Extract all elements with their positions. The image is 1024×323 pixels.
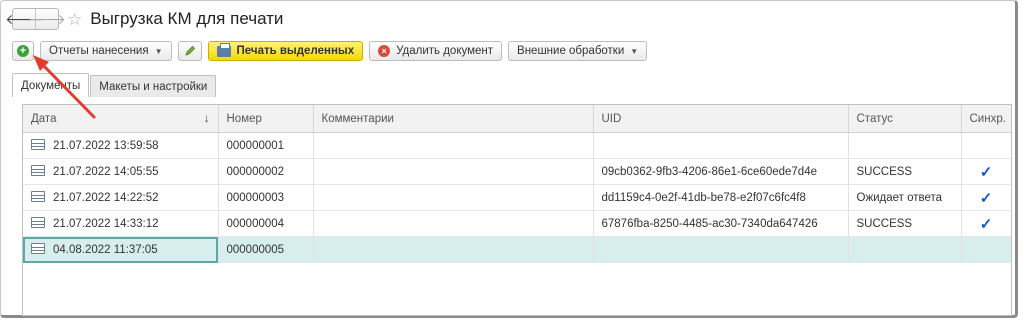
delete-label: Удалить документ <box>396 45 494 57</box>
cell-status <box>848 132 962 159</box>
reports-label: Отчеты нанесения <box>49 45 149 57</box>
external-processing-dropdown[interactable]: Внешние обработки ▼ <box>508 41 648 61</box>
documents-table: Дата ↓ Номер Комментарии UID Статус Синх… <box>22 104 1012 316</box>
column-header-sync[interactable]: Синхр. <box>961 105 1011 133</box>
forward-arrow-icon[interactable]: 🡒 <box>28 9 66 29</box>
cell-number: 000000002 <box>218 158 314 185</box>
cell-comment <box>313 158 594 185</box>
cell-comment <box>313 236 594 263</box>
favorite-star-icon[interactable]: ☆ <box>67 11 82 28</box>
chevron-down-icon: ▼ <box>630 46 639 56</box>
toolbar: + Отчеты нанесения ▼ Печать выделенных ×… <box>12 40 648 62</box>
cell-number: 000000001 <box>218 132 314 159</box>
cell-comment <box>313 132 594 159</box>
sync-check-icon <box>961 132 1011 159</box>
tab-bar: Документы Макеты и настройки <box>12 73 217 97</box>
cell-status: Ожидает ответа <box>848 184 962 211</box>
cell-uid <box>593 132 849 159</box>
document-icon <box>31 191 45 202</box>
date-text: 21.07.2022 14:22:52 <box>53 192 159 204</box>
table-header: Дата ↓ Номер Комментарии UID Статус Синх… <box>23 105 1011 133</box>
sort-down-icon: ↓ <box>203 112 210 125</box>
column-header-number[interactable]: Номер <box>218 105 314 133</box>
date-text: 04.08.2022 11:37:05 <box>53 244 158 256</box>
date-text: 21.07.2022 13:59:58 <box>53 140 159 152</box>
external-label: Внешние обработки <box>517 45 625 57</box>
pencil-icon <box>184 45 195 56</box>
document-icon <box>31 217 45 228</box>
cell-date: 21.07.2022 13:59:58 <box>23 132 219 159</box>
sync-check-icon: ✓ <box>961 184 1011 211</box>
date-text: 21.07.2022 14:05:55 <box>53 166 159 178</box>
cell-comment <box>313 210 594 237</box>
cell-uid: 67876fba-8250-4485-ac30-7340da647426 <box>593 210 849 237</box>
reports-dropdown-button[interactable]: Отчеты нанесения ▼ <box>40 41 172 61</box>
cell-uid <box>593 236 849 263</box>
cell-number: 000000003 <box>218 184 314 211</box>
title-bar: 🡐 🡒 ☆ Выгрузка КМ для печати <box>5 8 284 30</box>
cell-uid: dd1159c4-0e2f-41db-be78-e2f07c6fc4f8 <box>593 184 849 211</box>
sync-check-icon: ✓ <box>961 158 1011 185</box>
delete-icon: × <box>378 45 391 57</box>
column-header-status[interactable]: Статус <box>848 105 962 133</box>
printer-icon <box>216 42 231 57</box>
add-button[interactable]: + <box>12 41 34 61</box>
document-icon <box>31 165 45 176</box>
cell-status: SUCCESS <box>848 210 962 237</box>
cell-status <box>848 236 962 263</box>
table-row[interactable]: 21.07.2022 13:59:58 000000001 <box>23 132 1011 159</box>
column-header-uid[interactable]: UID <box>593 105 849 133</box>
table-row[interactable]: 21.07.2022 14:22:52 000000003 dd1159c4-0… <box>23 184 1011 211</box>
cell-date: 21.07.2022 14:05:55 <box>23 158 219 185</box>
column-header-date[interactable]: Дата ↓ <box>23 105 219 133</box>
cell-date: 21.07.2022 14:33:12 <box>23 210 219 237</box>
table-row[interactable]: 21.07.2022 14:05:55 000000002 09cb0362-9… <box>23 158 1011 185</box>
column-header-comments[interactable]: Комментарии <box>313 105 594 133</box>
plus-circle-icon: + <box>17 45 29 57</box>
cell-number: 000000004 <box>218 210 314 237</box>
tab-layouts-settings[interactable]: Макеты и настройки <box>90 75 217 97</box>
tab-documents[interactable]: Документы <box>12 73 90 97</box>
page-title: Выгрузка КМ для печати <box>90 9 284 28</box>
print-label: Печать выделенных <box>236 45 355 57</box>
cell-comment <box>313 184 594 211</box>
cell-status: SUCCESS <box>848 158 962 185</box>
cell-number: 000000005 <box>218 236 314 263</box>
print-selected-button[interactable]: Печать выделенных <box>207 41 364 61</box>
date-text: 21.07.2022 14:33:12 <box>53 218 159 230</box>
column-label: Дата <box>31 112 57 125</box>
chevron-down-icon: ▼ <box>154 46 163 56</box>
edit-button[interactable] <box>177 41 202 61</box>
cell-date: 21.07.2022 14:22:52 <box>23 184 219 211</box>
sync-check-icon: ✓ <box>961 210 1011 237</box>
nav-buttons: 🡐 🡒 <box>5 8 66 30</box>
sync-check-icon <box>961 236 1011 263</box>
delete-document-button[interactable]: × Удалить документ <box>369 41 503 61</box>
cell-uid: 09cb0362-9fb3-4206-86e1-6ce60ede7d4e <box>593 158 849 185</box>
document-icon <box>31 243 45 254</box>
table-row-selected[interactable]: 04.08.2022 11:37:05 000000005 <box>23 236 1011 263</box>
cell-date: 04.08.2022 11:37:05 <box>23 236 219 263</box>
table-row[interactable]: 21.07.2022 14:33:12 000000004 67876fba-8… <box>23 210 1011 237</box>
document-icon <box>31 139 45 150</box>
